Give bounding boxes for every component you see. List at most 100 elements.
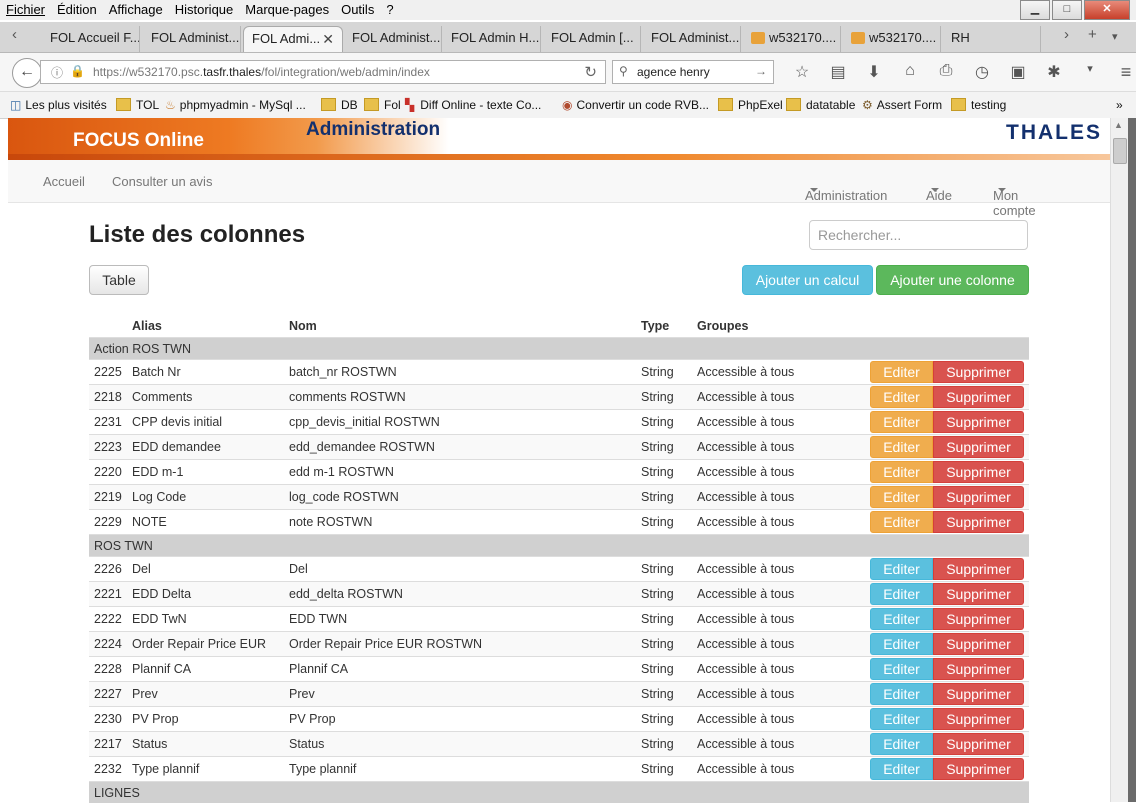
row-button-group: EditerSupprimer <box>870 461 1024 483</box>
edit-button[interactable]: Editer <box>870 361 933 383</box>
menu-outils[interactable]: Outils <box>335 0 380 17</box>
menu-historique[interactable]: Historique <box>169 0 240 17</box>
tab-scroll-right-icon[interactable]: › <box>1064 26 1069 43</box>
bookmark-item[interactable]: ▚Diff Online - texte Co... <box>405 98 541 112</box>
bookmark-item[interactable]: PhpExel <box>718 98 783 112</box>
edit-button[interactable]: Editer <box>870 708 933 730</box>
browser-tab[interactable]: FOL Accueil F... <box>42 26 140 52</box>
app-brand[interactable]: FOCUS Online <box>73 130 204 152</box>
delete-button[interactable]: Supprimer <box>933 708 1024 730</box>
bookmark-item[interactable]: ♨phpmyadmin - MySql ... <box>165 98 306 112</box>
bookmark-item[interactable]: ⚙Assert Form <box>862 98 942 112</box>
edit-button[interactable]: Editer <box>870 411 933 433</box>
extension-icon[interactable]: ✱ <box>1036 62 1072 83</box>
menu-edition[interactable]: Édition <box>51 0 103 17</box>
delete-button[interactable]: Supprimer <box>933 461 1024 483</box>
edit-button[interactable]: Editer <box>870 733 933 755</box>
bookmark-item[interactable]: datatable <box>786 98 855 112</box>
delete-button[interactable]: Supprimer <box>933 583 1024 605</box>
bookmarks-overflow-icon[interactable]: » <box>1116 98 1123 112</box>
scrollbar-thumb[interactable] <box>1113 138 1127 164</box>
menu-affichage[interactable]: Affichage <box>103 0 169 17</box>
bookmark-star-icon[interactable]: ☆ <box>784 62 820 83</box>
new-tab-icon[interactable]: + <box>1088 26 1097 43</box>
hamburger-menu-icon[interactable]: ≡ <box>1108 62 1136 83</box>
edit-button[interactable]: Editer <box>870 486 933 508</box>
delete-button[interactable]: Supprimer <box>933 361 1024 383</box>
delete-button[interactable]: Supprimer <box>933 436 1024 458</box>
edit-button[interactable]: Editer <box>870 683 933 705</box>
delete-button[interactable]: Supprimer <box>933 608 1024 630</box>
edit-button[interactable]: Editer <box>870 436 933 458</box>
history-icon[interactable]: ◷ <box>964 62 1000 83</box>
close-window-icon[interactable]: ✕ <box>1084 0 1130 20</box>
reading-list-icon[interactable]: ▤ <box>820 62 856 83</box>
table-body: Action ROS TWN2225Batch Nrbatch_nr ROSTW… <box>89 338 1029 803</box>
delete-button[interactable]: Supprimer <box>933 683 1024 705</box>
page-scrollbar[interactable]: ▲ <box>1110 118 1128 802</box>
info-icon[interactable]: ⓘ <box>51 64 63 81</box>
reload-icon[interactable]: ↻ <box>584 63 597 81</box>
delete-button[interactable]: Supprimer <box>933 411 1024 433</box>
browser-tab[interactable]: FOL Admin [... <box>543 26 641 52</box>
screenshot-icon[interactable]: ▣ <box>1000 62 1036 83</box>
bookmark-item[interactable]: DB <box>321 98 358 112</box>
edit-button[interactable]: Editer <box>870 608 933 630</box>
delete-button[interactable]: Supprimer <box>933 758 1024 780</box>
edit-button[interactable]: Editer <box>870 511 933 533</box>
delete-button[interactable]: Supprimer <box>933 486 1024 508</box>
menu-aide[interactable]: ? <box>380 0 399 17</box>
dropdown-icon[interactable]: ▾ <box>1072 62 1108 83</box>
back-arrow-icon[interactable]: ← <box>12 58 42 88</box>
nav-accueil[interactable]: Accueil <box>43 174 85 189</box>
search-go-icon[interactable]: → <box>755 64 767 78</box>
address-bar[interactable]: ⓘ 🔒 https://w532170.psc.tasfr.thales/fol… <box>40 60 606 84</box>
add-calculation-button[interactable]: Ajouter un calcul <box>742 265 873 295</box>
add-column-button[interactable]: Ajouter une colonne <box>876 265 1029 295</box>
search-input[interactable] <box>809 220 1028 250</box>
delete-button[interactable]: Supprimer <box>933 558 1024 580</box>
bookmark-item[interactable]: ◫Les plus visités <box>10 98 107 112</box>
bookmark-item[interactable]: ◉Convertir un code RVB... <box>562 98 709 112</box>
browser-tab[interactable]: FOL Administ... <box>143 26 241 52</box>
delete-button[interactable]: Supprimer <box>933 658 1024 680</box>
edit-button[interactable]: Editer <box>870 583 933 605</box>
bookmark-item[interactable]: TOL <box>116 98 159 112</box>
url-text: https://w532170.psc.tasfr.thales/fol/int… <box>93 65 430 79</box>
home-icon[interactable]: ⌂ <box>892 62 928 83</box>
delete-button[interactable]: Supprimer <box>933 386 1024 408</box>
download-icon[interactable]: ⬇ <box>856 62 892 83</box>
maximize-icon[interactable]: □ <box>1052 0 1082 20</box>
browser-tab[interactable]: FOL Admin H... <box>443 26 541 52</box>
tab-scroll-left-icon[interactable]: ‹ <box>12 26 17 43</box>
menu-marque-pages[interactable]: Marque-pages <box>239 0 335 17</box>
bookmark-item[interactable]: Fol <box>364 98 401 112</box>
menu-fichier[interactable]: Fichier <box>0 0 51 17</box>
tab-list-icon[interactable]: ▾ <box>1112 30 1118 43</box>
nav-consulter-avis[interactable]: Consulter un avis <box>112 174 212 189</box>
edit-button[interactable]: Editer <box>870 633 933 655</box>
folder-icon <box>786 98 801 111</box>
edit-button[interactable]: Editer <box>870 461 933 483</box>
browser-tab[interactable]: FOL Administ... <box>643 26 741 52</box>
edit-button[interactable]: Editer <box>870 758 933 780</box>
bookmark-item[interactable]: testing <box>951 98 1006 112</box>
print-icon[interactable]: ⎙ <box>928 62 964 83</box>
table-button[interactable]: Table <box>89 265 149 295</box>
table-row: 2232Type plannifType plannifStringAccess… <box>89 757 1029 782</box>
browser-tab[interactable]: w532170.... <box>843 26 941 52</box>
minimize-icon[interactable]: ▁ <box>1020 0 1050 20</box>
browser-tab[interactable]: w532170.... <box>743 26 841 52</box>
delete-button[interactable]: Supprimer <box>933 733 1024 755</box>
edit-button[interactable]: Editer <box>870 658 933 680</box>
browser-tab-active[interactable]: FOL Admi...✕ <box>243 26 343 52</box>
browser-tab[interactable]: FOL Administ... <box>344 26 442 52</box>
close-tab-icon[interactable]: ✕ <box>322 27 334 51</box>
delete-button[interactable]: Supprimer <box>933 511 1024 533</box>
delete-button[interactable]: Supprimer <box>933 633 1024 655</box>
browser-search-box[interactable]: ⚲ agence henry → <box>612 60 774 84</box>
browser-tab[interactable]: RH <box>943 26 1041 52</box>
edit-button[interactable]: Editer <box>870 558 933 580</box>
scroll-up-icon[interactable]: ▲ <box>1114 120 1123 130</box>
edit-button[interactable]: Editer <box>870 386 933 408</box>
